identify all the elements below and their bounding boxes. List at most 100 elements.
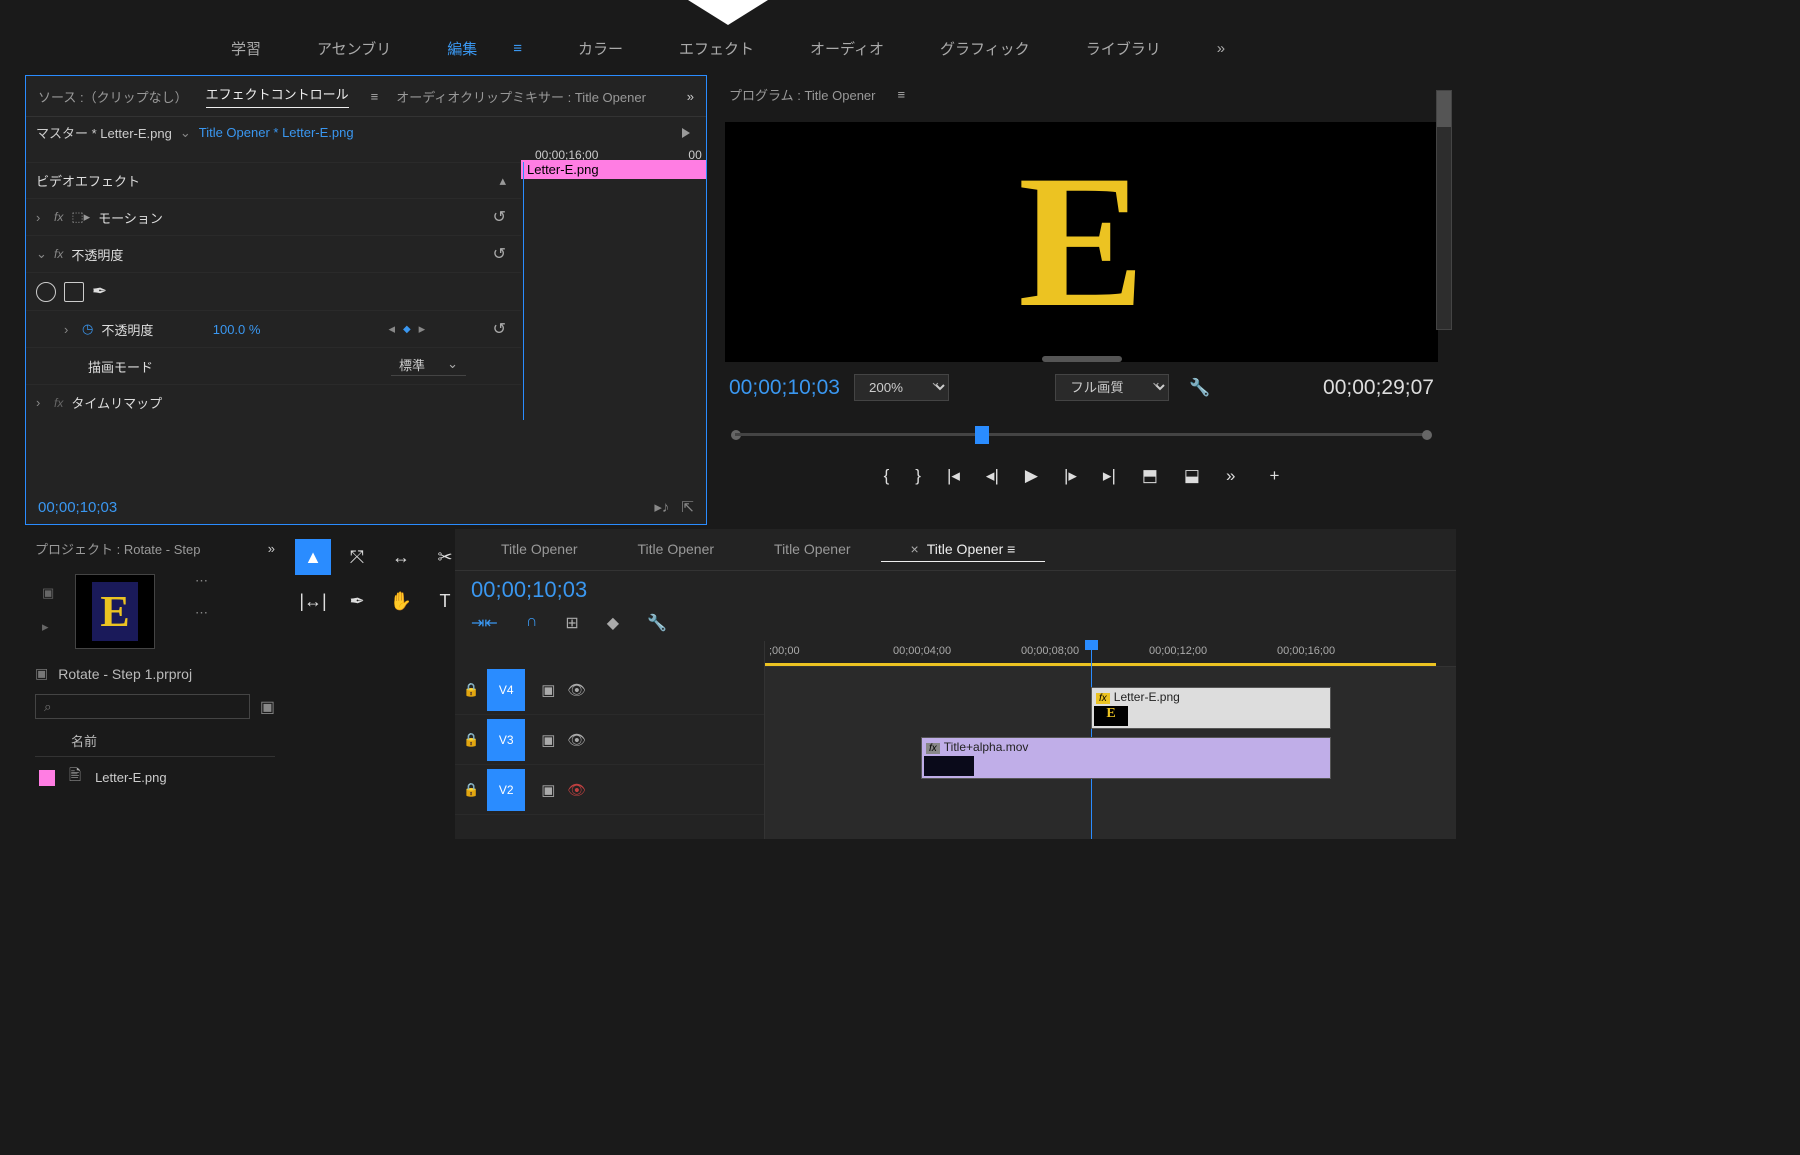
time-remap-label[interactable]: タイムリマップ bbox=[71, 393, 162, 412]
export-frame-icon[interactable]: ⇱ bbox=[681, 498, 694, 516]
opacity-prop-label[interactable]: 不透明度 bbox=[101, 320, 153, 339]
toggle-output-icon[interactable]: ▣ bbox=[541, 781, 555, 799]
lock-icon[interactable]: 🔒 bbox=[463, 732, 479, 748]
reset-icon[interactable]: ↺ bbox=[493, 207, 506, 227]
blend-mode-select[interactable]: 標準 bbox=[391, 356, 466, 376]
lock-icon[interactable]: 🔒 bbox=[463, 782, 479, 798]
eye-icon[interactable]: 👁 bbox=[567, 731, 586, 749]
ws-menu-icon[interactable]: ≡ bbox=[485, 32, 550, 65]
more-icon[interactable]: ⋯ bbox=[195, 573, 210, 589]
selection-tool-icon[interactable]: ▲ bbox=[295, 539, 331, 575]
ws-overflow-icon[interactable]: » bbox=[1189, 32, 1253, 65]
go-out-icon[interactable]: ▸| bbox=[1103, 466, 1116, 486]
program-monitor[interactable]: E bbox=[725, 122, 1438, 362]
scroll-handle[interactable] bbox=[1437, 91, 1451, 127]
pen-tool-icon[interactable]: ✒ bbox=[339, 583, 375, 619]
scrub-end-icon[interactable] bbox=[1422, 430, 1432, 440]
mark-out-icon[interactable]: } bbox=[915, 466, 921, 486]
monitor-scroll-handle[interactable] bbox=[1042, 356, 1122, 362]
clip-letter-e[interactable]: fxLetter-E.pngE bbox=[1091, 687, 1331, 729]
opacity-value[interactable]: 100.0 % bbox=[213, 322, 261, 337]
hand-tool-icon[interactable]: ✋ bbox=[383, 583, 419, 619]
toggle-output-icon[interactable]: ▣ bbox=[541, 681, 555, 699]
quality-select[interactable]: フル画質 bbox=[1055, 374, 1169, 401]
track-v3[interactable]: V3 bbox=[487, 719, 525, 761]
scrub-handle[interactable] bbox=[975, 426, 989, 444]
linked-sel-icon[interactable]: ⊞ bbox=[565, 613, 578, 633]
timeline-content[interactable]: ;00;00 00;00;04;00 00;00;08;00 00;00;12;… bbox=[765, 641, 1456, 839]
ellipse-mask-icon[interactable] bbox=[36, 282, 56, 302]
reset-icon[interactable]: ↺ bbox=[493, 319, 506, 339]
ws-learn[interactable]: 学習 bbox=[203, 30, 289, 67]
ws-assembly[interactable]: アセンブリ bbox=[289, 30, 419, 67]
timeline-timecode[interactable]: 00;00;10;03 bbox=[471, 577, 587, 603]
slip-tool-icon[interactable]: |↔| bbox=[295, 583, 331, 619]
effect-controls-tab[interactable]: エフェクトコントロール bbox=[206, 84, 349, 108]
track-v4[interactable]: V4 bbox=[487, 669, 525, 711]
eye-icon[interactable]: 👁 bbox=[567, 681, 586, 699]
snap-icon[interactable]: ⇥⇤ bbox=[471, 613, 498, 633]
reset-icon[interactable]: ↺ bbox=[493, 244, 506, 264]
ws-effects[interactable]: エフェクト bbox=[651, 30, 782, 67]
program-tc-in[interactable]: 00;00;10;03 bbox=[729, 376, 840, 400]
close-tab-icon[interactable]: × bbox=[911, 541, 919, 557]
motion-label[interactable]: モーション bbox=[98, 208, 163, 227]
program-scrubber[interactable] bbox=[725, 421, 1438, 451]
bin-icon[interactable]: ▣ bbox=[260, 697, 275, 717]
ripple-tool-icon[interactable]: ↔ bbox=[383, 539, 419, 575]
marker-icon[interactable]: ◆ bbox=[607, 613, 619, 633]
prev-key-icon[interactable]: ◂ bbox=[388, 321, 395, 337]
toggle-output-icon[interactable]: ▣ bbox=[541, 731, 555, 749]
settings-icon[interactable]: 🔧 bbox=[647, 613, 667, 633]
ec-timecode[interactable]: 00;00;10;03 bbox=[38, 499, 117, 516]
program-tab[interactable]: プログラム : Title Opener bbox=[729, 85, 876, 104]
track-select-tool-icon[interactable]: ⤧ bbox=[339, 539, 375, 575]
lift-icon[interactable]: ⬒ bbox=[1142, 466, 1158, 486]
expand-icon[interactable]: › bbox=[36, 210, 46, 225]
panel-overflow-icon[interactable]: » bbox=[268, 541, 275, 556]
stopwatch-icon[interactable]: ◷ bbox=[82, 321, 93, 337]
work-area-bar[interactable] bbox=[765, 663, 1436, 666]
more-icon[interactable]: ⋯ bbox=[195, 605, 210, 621]
play-audio-icon[interactable]: ▸♪ bbox=[654, 498, 669, 516]
magnet-icon[interactable]: ∩ bbox=[526, 613, 538, 633]
settings-icon[interactable]: 🔧 bbox=[1189, 378, 1210, 398]
panel-menu-icon[interactable]: ≡ bbox=[371, 89, 379, 104]
next-key-icon[interactable]: ▸ bbox=[419, 321, 426, 337]
step-fwd-icon[interactable]: |▸ bbox=[1064, 466, 1077, 486]
ec-playhead[interactable] bbox=[523, 162, 524, 420]
add-key-icon[interactable]: ◆ bbox=[403, 324, 411, 335]
pen-mask-icon[interactable]: ✒ bbox=[92, 281, 107, 302]
bin-item[interactable]: 🖹 Letter-E.png bbox=[35, 757, 275, 798]
camera-icon[interactable]: ▣ bbox=[42, 585, 54, 601]
project-thumbnail[interactable]: ▣▸ E ⋯⋯ bbox=[75, 574, 155, 649]
master-clip-label[interactable]: マスター * Letter-E.png bbox=[36, 123, 172, 142]
ec-clip-bar[interactable]: Letter-E.png bbox=[521, 160, 706, 179]
scrub-track[interactable] bbox=[735, 433, 1428, 436]
play-icon[interactable]: ▶ bbox=[1025, 466, 1038, 486]
mark-in-icon[interactable]: { bbox=[884, 466, 890, 486]
ws-library[interactable]: ライブラリ bbox=[1058, 30, 1189, 67]
project-tab[interactable]: プロジェクト : Rotate - Step bbox=[35, 539, 200, 558]
ws-color[interactable]: カラー bbox=[550, 30, 651, 67]
opacity-label[interactable]: 不透明度 bbox=[71, 245, 123, 264]
clip-title-alpha[interactable]: fxTitle+alpha.mov bbox=[921, 737, 1331, 779]
collapse-icon[interactable]: ⌄ bbox=[36, 246, 46, 262]
timeline-ruler[interactable]: ;00;00 00;00;04;00 00;00;08;00 00;00;12;… bbox=[765, 641, 1456, 667]
play-thumb-icon[interactable]: ▸ bbox=[42, 619, 54, 635]
panel-overflow-icon[interactable]: » bbox=[687, 89, 694, 104]
chevron-down-icon[interactable]: ⌄ bbox=[180, 125, 191, 141]
eye-off-icon[interactable]: 👁 bbox=[567, 781, 586, 799]
expand-icon[interactable]: › bbox=[64, 322, 74, 337]
timeline-tab-active[interactable]: ×Title Opener ≡ bbox=[881, 537, 1046, 562]
zoom-select[interactable]: 200% bbox=[854, 374, 949, 401]
add-button-icon[interactable]: + bbox=[1269, 466, 1279, 486]
panel-menu-icon[interactable]: ≡ bbox=[898, 87, 906, 102]
timeline-tab[interactable]: Title Opener bbox=[744, 537, 881, 562]
go-in-icon[interactable]: |◂ bbox=[947, 466, 960, 486]
vertical-scrollbar[interactable] bbox=[1436, 90, 1452, 330]
timeline-tab[interactable]: Title Opener bbox=[608, 537, 745, 562]
source-tab[interactable]: ソース :（クリップなし） bbox=[38, 87, 188, 106]
extract-icon[interactable]: ⬓ bbox=[1184, 466, 1200, 486]
ws-graphics[interactable]: グラフィック bbox=[912, 30, 1058, 67]
